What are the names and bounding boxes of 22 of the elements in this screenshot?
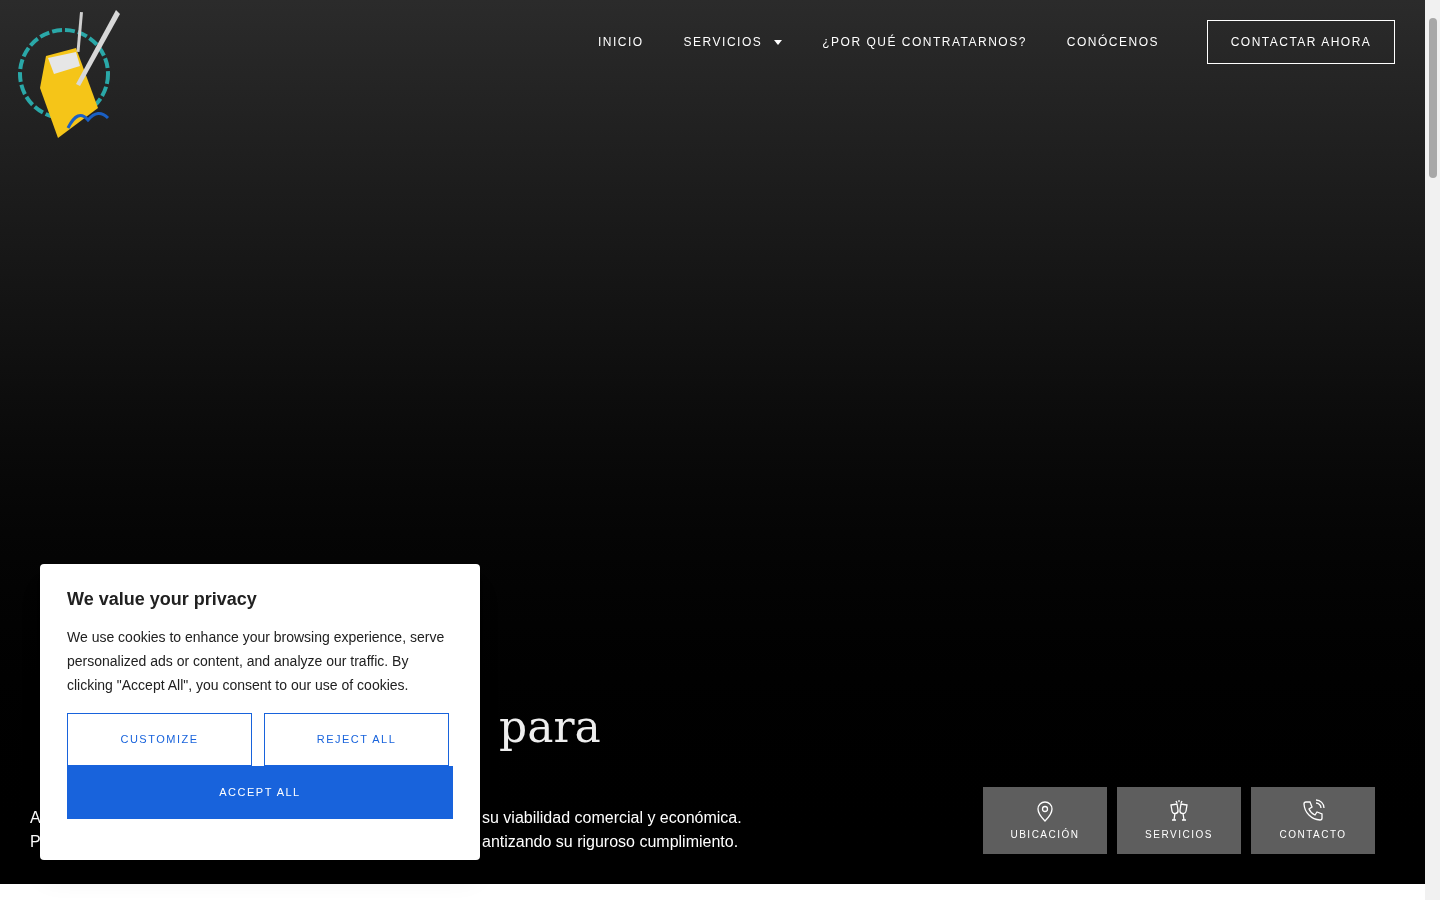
hero-text: P	[30, 832, 42, 852]
hero-text: su viabilidad comercial y económica.	[482, 808, 742, 828]
accept-all-button[interactable]: ACCEPT ALL	[67, 766, 453, 819]
nav-link[interactable]: INICIO	[597, 33, 644, 51]
nav-link[interactable]: SERVICIOS	[683, 33, 783, 51]
hero-text: antizando su riguroso cumplimiento.	[482, 832, 739, 852]
nav-link[interactable]: ¿POR QUÉ CONTRATARNOS?	[822, 33, 1027, 51]
hero-heading: para	[499, 700, 601, 750]
nav-link[interactable]: CONÓCENOS	[1066, 33, 1159, 51]
wine-glasses-icon	[1167, 799, 1191, 823]
hero-text: A	[30, 808, 42, 828]
dialog-text: We use cookies to enhance your browsing experience, serve personalized ads or content, and analyze our traffic. By clicking "Accept All", you consent to our use of cookies.	[67, 628, 446, 695]
caret-icon	[774, 39, 783, 45]
contact-now-button[interactable]: CONTACTAR AHORA	[1207, 20, 1395, 64]
cookie-button[interactable]: CUSTOMIZE	[67, 713, 252, 766]
quick-link-tile[interactable]: CONTACTO	[1251, 787, 1375, 854]
quick-link-tile[interactable]: SERVICIOS	[1117, 787, 1241, 854]
cookie-button[interactable]: REJECT ALL	[264, 713, 449, 766]
phone-icon	[1301, 799, 1325, 823]
dialog-title: We value your privacy	[67, 588, 258, 611]
scrollbar[interactable]	[1425, 0, 1440, 900]
quick-link-tile[interactable]: UBICACIÓN	[983, 787, 1107, 854]
